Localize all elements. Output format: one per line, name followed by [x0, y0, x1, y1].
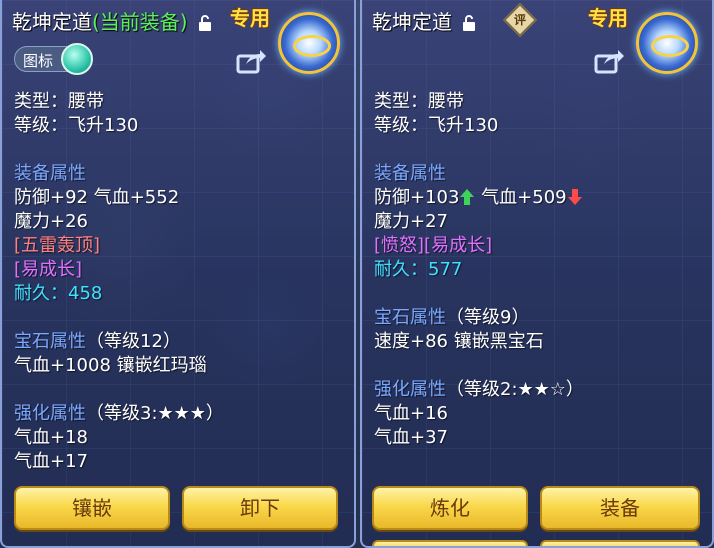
special-effect: [五雷轰顶] [14, 235, 101, 256]
durability-line: 耐久：458 [14, 283, 103, 304]
item-attributes: 类型：腰带 等级：飞升130 装备属性 防御+92 气血+552 魔力+26 [… [14, 90, 344, 474]
gem-line: 速度+86 镶嵌黑宝石 [374, 331, 544, 352]
defense-value: 防御+103 [374, 187, 460, 208]
item-name: 乾坤定道 [372, 10, 452, 34]
compare-item-tooltip: 乾坤定道 评 专用 类型：腰带 等级：飞升130 装备属性 防御+103 气血+… [360, 0, 714, 548]
level-line: 等级：飞升130 [14, 115, 139, 136]
arrow-down-icon [567, 189, 582, 205]
extra-button-partial[interactable] [540, 540, 700, 546]
equipped-item-tooltip: 乾坤定道(当前装备) 专用 图标 类型：腰带 等级：飞升130 装备属性 防御+… [0, 0, 356, 548]
type-line: 类型：腰带 [374, 91, 464, 112]
equipped-tag: (当前装备) [92, 10, 188, 34]
item-name: 乾坤定道 [12, 10, 92, 34]
exclusive-badge: 专用 [230, 6, 270, 30]
refine-button[interactable]: 炼化 [372, 486, 528, 530]
rating-label: 评 [513, 13, 526, 27]
extra-button-partial[interactable] [372, 540, 528, 546]
icon-toggle[interactable]: 图标 [14, 43, 93, 75]
gem-header-line: 宝石属性（等级12） [14, 331, 181, 352]
durability-line: 耐久：577 [374, 259, 463, 280]
arrow-up-icon [460, 189, 475, 205]
unlocked-icon[interactable] [462, 15, 476, 31]
belt-item-icon [278, 12, 340, 74]
attr-header: 装备属性 [14, 163, 86, 184]
enhance-header-line: 强化属性（等级3:★★★） [14, 403, 224, 424]
enhance-header-line: 强化属性（等级2:★★☆） [374, 379, 584, 400]
inlay-button[interactable]: 镶嵌 [14, 486, 170, 530]
type-line: 类型：腰带 [14, 91, 104, 112]
hp-value: 气血+509 [481, 187, 567, 208]
exclusive-badge: 专用 [588, 6, 628, 30]
attr-line-1: 防御+103 气血+509 [374, 186, 704, 210]
item-title: 乾坤定道 [372, 6, 476, 35]
special-trait: [愤怒][易成长] [374, 235, 493, 256]
share-icon[interactable] [594, 48, 624, 74]
enhance-line-2: 气血+37 [374, 427, 448, 448]
rating-badge[interactable]: 评 [503, 3, 537, 37]
item-attributes: 类型：腰带 等级：飞升130 装备属性 防御+103 气血+509 魔力+27 … [374, 90, 704, 450]
attr-line-2: 魔力+27 [374, 211, 448, 232]
enhance-line-1: 气血+16 [374, 403, 448, 424]
share-icon[interactable] [236, 48, 266, 74]
unlocked-icon[interactable] [198, 15, 212, 31]
gem-line: 气血+1008 镶嵌红玛瑙 [14, 355, 207, 376]
enhance-line-2: 气血+17 [14, 451, 88, 472]
unequip-button[interactable]: 卸下 [182, 486, 338, 530]
attr-header: 装备属性 [374, 163, 446, 184]
belt-item-icon [636, 12, 698, 74]
icon-toggle-label: 图标 [23, 52, 54, 70]
enhance-line-1: 气血+18 [14, 427, 88, 448]
attr-line-1: 防御+92 气血+552 [14, 187, 180, 208]
attr-line-2: 魔力+26 [14, 211, 88, 232]
special-trait: [易成长] [14, 259, 83, 280]
level-line: 等级：飞升130 [374, 115, 499, 136]
toggle-knob[interactable] [61, 43, 93, 75]
item-title: 乾坤定道(当前装备) [12, 6, 212, 35]
equip-button[interactable]: 装备 [540, 486, 700, 530]
gem-header-line: 宝石属性（等级9） [374, 307, 530, 328]
